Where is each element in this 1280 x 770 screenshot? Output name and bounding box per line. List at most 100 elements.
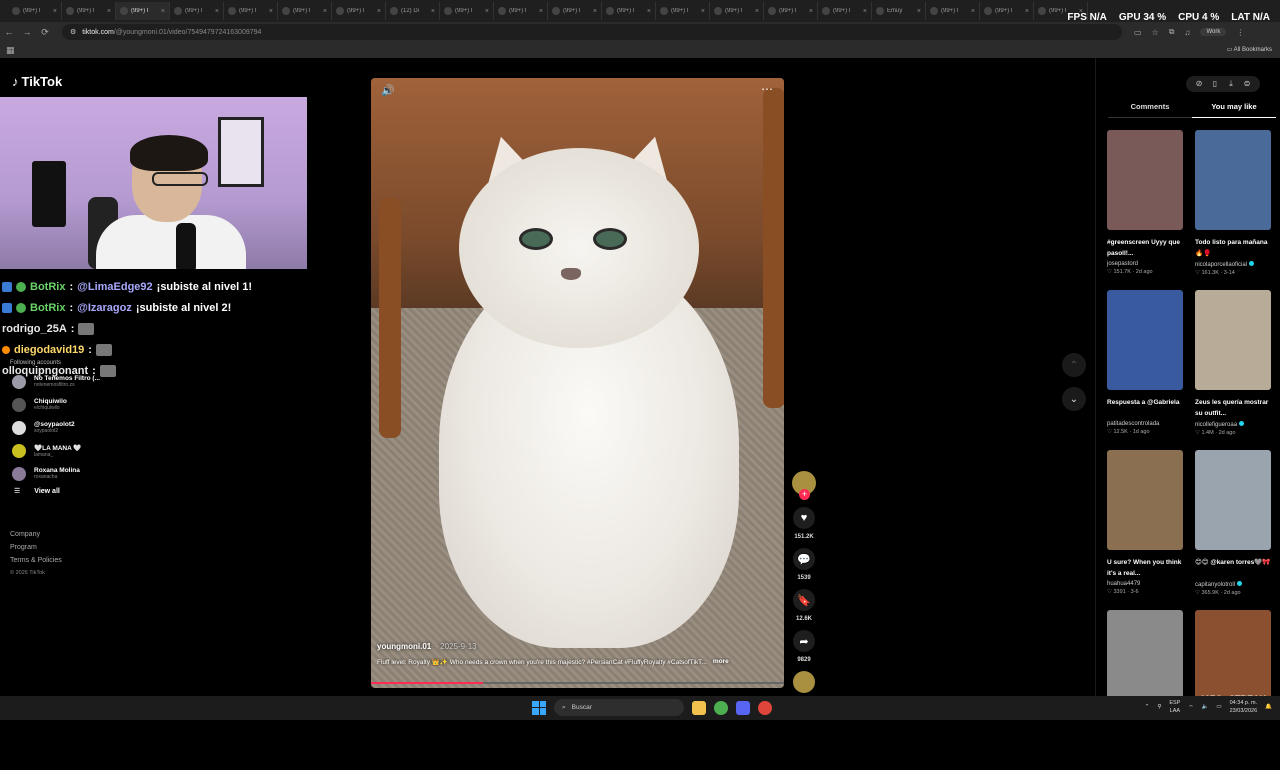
browser-tab[interactable]: (99+) I × [656, 2, 710, 20]
back-icon[interactable]: ← [0, 27, 18, 37]
browser-tab[interactable]: (99+) I × [224, 2, 278, 20]
recommended-video-card[interactable]: Zeus les quería mostrar su outfit... nico… [1195, 290, 1275, 450]
tab-close-icon[interactable]: × [431, 8, 435, 15]
card-user[interactable]: patitadescontrolada [1107, 421, 1187, 427]
follow-plus-icon[interactable]: + [799, 489, 810, 500]
recommended-video-card[interactable]: Todo listo para mañana 🔥🥊 nicolaporcellao… [1195, 130, 1275, 290]
following-account[interactable]: 🤍LA MANA 🤍 lamana_ [12, 439, 100, 462]
creator-avatar[interactable]: + [792, 471, 816, 500]
browser-tab[interactable]: (99+) I × [710, 2, 764, 20]
browser-tab[interactable]: (99+) I × [62, 2, 116, 20]
tab-close-icon[interactable]: × [215, 8, 219, 15]
tray-chevron-icon[interactable]: ⌃ [1145, 704, 1150, 710]
recommended-video-card[interactable]: 😊😊 @karen torres🩶🎀 capitanyolotroll ♡ 365.… [1195, 450, 1275, 610]
card-title[interactable]: #greenscreen Uyyy que pasoll!... [1107, 237, 1187, 259]
card-title[interactable]: U sure? When you think it's a real... [1107, 557, 1187, 579]
url-input[interactable]: ⚙ tiktok.com/@youngmoni.01/video/7549479… [62, 24, 1122, 40]
tab-close-icon[interactable]: × [971, 8, 975, 15]
save-action[interactable]: 🔖 12.6K [793, 589, 815, 622]
autoscroll-icon[interactable]: ⊘ [1194, 79, 1204, 89]
chevron-up-icon[interactable]: ⌃ [1062, 353, 1086, 377]
more-options-icon[interactable]: ⋯ [761, 82, 774, 96]
following-account[interactable]: Roxana Molina roxanacha [12, 462, 100, 485]
volume-tray-icon[interactable]: 🔈 [1202, 704, 1209, 710]
comment-icon[interactable]: 💬 [793, 548, 815, 570]
browser-tab[interactable]: (99+) I × [602, 2, 656, 20]
video-thumbnail[interactable] [1195, 450, 1271, 550]
browser-tab[interactable]: (99+) I × [980, 2, 1034, 20]
video-thumbnail[interactable] [1107, 610, 1183, 710]
tab-close-icon[interactable]: × [53, 8, 57, 15]
card-user[interactable]: josepastord [1107, 261, 1187, 267]
tab-close-icon[interactable]: × [161, 8, 165, 15]
browser-tab[interactable]: (99+) I × [818, 2, 872, 20]
tab-you-may-like[interactable]: You may like [1192, 102, 1276, 118]
tab-close-icon[interactable]: × [1025, 8, 1029, 15]
tab-close-icon[interactable]: × [485, 8, 489, 15]
chrome-work-icon[interactable] [758, 700, 772, 715]
card-title[interactable]: Zeus les quería mostrar su outfit... [1195, 397, 1275, 419]
tab-close-icon[interactable]: × [701, 8, 705, 15]
extensions-icon[interactable]: ⧉ [1169, 27, 1175, 37]
browser-tab[interactable]: (99+) I × [440, 2, 494, 20]
share-action[interactable]: ➦ 9829 [793, 630, 815, 663]
device-icon[interactable]: ▯ [1210, 79, 1220, 89]
discord-icon[interactable] [736, 700, 750, 715]
following-account[interactable]: @soypaolot2 soypaolot2 [12, 416, 100, 439]
forward-icon[interactable]: → [18, 27, 36, 37]
network-icon[interactable]: ⚲ [1157, 704, 1161, 710]
profile-button[interactable]: Work [1200, 28, 1227, 36]
card-title[interactable]: Respuesta a @Gabriela [1107, 397, 1187, 419]
following-account[interactable]: Chiquiwilo elchiquiwilo [12, 393, 100, 416]
browser-tab[interactable]: (99+) I × [548, 2, 602, 20]
comment-action[interactable]: 💬 1539 [793, 548, 815, 581]
like-action[interactable]: ♥ 151.2K [793, 507, 815, 540]
company-link[interactable]: Company [10, 528, 62, 541]
video-thumbnail[interactable]: 10B3x STREAK [1195, 610, 1271, 710]
browser-tab[interactable]: (12) Di × [386, 2, 440, 20]
card-user[interactable]: huahua4479 [1107, 581, 1187, 587]
program-link[interactable]: Program [10, 541, 62, 554]
following-account[interactable]: No Tenemos Filtro (... notenemosfiltro.zs [12, 370, 100, 393]
apps-grid-icon[interactable]: ▦ [6, 45, 15, 56]
chrome-icon[interactable] [714, 700, 728, 715]
heart-icon[interactable]: ♥ [793, 507, 815, 529]
notifications-icon[interactable]: 🔔 [1265, 704, 1272, 710]
tab-close-icon[interactable]: × [863, 8, 867, 15]
wifi-icon[interactable]: ⌔ [1188, 704, 1193, 711]
browser-tab[interactable]: (99+) I × [494, 2, 548, 20]
browser-tab[interactable]: Emuy × [872, 2, 926, 20]
tab-close-icon[interactable]: × [107, 8, 111, 15]
tab-close-icon[interactable]: × [755, 8, 759, 15]
browser-tab[interactable]: (99+) I × [926, 2, 980, 20]
download-icon[interactable]: ⤓ [1226, 79, 1236, 89]
video-thumbnail[interactable] [1107, 130, 1183, 230]
all-bookmarks-button[interactable]: ▭ All Bookmarks [1227, 46, 1272, 53]
file-explorer-icon[interactable] [692, 700, 706, 715]
battery-icon[interactable]: ▭ [1216, 704, 1221, 710]
bookmark-icon[interactable]: 🔖 [793, 589, 815, 611]
terms-link[interactable]: Terms & Policies [10, 554, 62, 567]
tiktok-logo[interactable]: ♪ TikTok [12, 74, 62, 89]
tab-close-icon[interactable]: × [539, 8, 543, 15]
card-user[interactable]: capitanyolotroll [1195, 581, 1275, 588]
taskbar-search[interactable]: ⌕ Buscar [554, 699, 684, 716]
video-thumbnail[interactable] [1107, 290, 1183, 390]
site-info-icon[interactable]: ⚙ [70, 28, 76, 36]
reload-icon[interactable]: ⟳ [36, 27, 54, 38]
recommended-video-card[interactable]: 10B3x STREAK [1195, 610, 1275, 770]
video-player[interactable]: 🔊 ⋯ youngmoni.01 · 2025-9-13 Fluff level:… [371, 78, 784, 688]
music-disc-icon[interactable] [793, 671, 815, 693]
card-title[interactable]: Todo listo para mañana 🔥🥊 [1195, 237, 1275, 259]
tab-close-icon[interactable]: × [269, 8, 273, 15]
browser-tab[interactable]: (99+) I × [116, 2, 170, 20]
tab-close-icon[interactable]: × [323, 8, 327, 15]
video-thumbnail[interactable] [1195, 290, 1271, 390]
language-indicator[interactable]: ESP LAA [1169, 699, 1180, 715]
tab-close-icon[interactable]: × [647, 8, 651, 15]
card-title[interactable]: 😊😊 @karen torres🩶🎀 [1195, 557, 1275, 579]
recommended-video-card[interactable] [1107, 610, 1187, 770]
tab-close-icon[interactable]: × [809, 8, 813, 15]
filter-icon[interactable]: ⊜ [1242, 79, 1252, 89]
tab-comments[interactable]: Comments [1108, 102, 1192, 118]
